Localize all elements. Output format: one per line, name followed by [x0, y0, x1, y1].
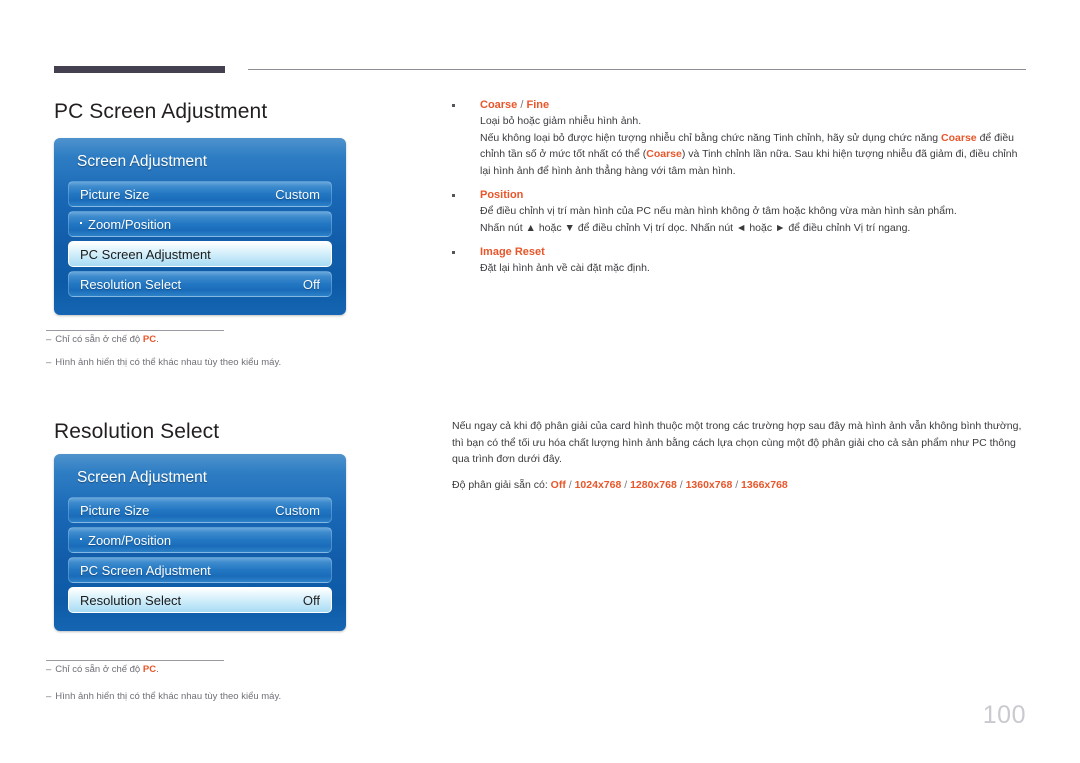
- osd-row-resolution-select[interactable]: Resolution Select Off: [68, 587, 332, 613]
- description-column-1: Coarse / Fine Loại bỏ hoặc giảm nhiễu hì…: [452, 98, 1028, 286]
- bullet-square-icon: [452, 251, 455, 254]
- inline-highlight: Coarse: [646, 148, 682, 160]
- paragraph: Nhấn nút ▲ hoặc ▼ để điều chỉnh Vị trí d…: [480, 221, 911, 234]
- footnote-divider: [46, 660, 224, 661]
- resolution-separator: /: [676, 478, 686, 491]
- resolution-option: 1366x768: [741, 478, 788, 491]
- osd-row-zoom-position[interactable]: Zoom/Position: [68, 211, 332, 237]
- bullet-item-image-reset: Image Reset Đặt lại hình ảnh về cài đặt …: [452, 245, 1028, 277]
- footnote-pc-mode: – Chỉ có sẵn ở chế độ PC.: [46, 334, 159, 345]
- bullet-item-position: Position Để điều chỉnh vị trí màn hình c…: [452, 188, 1028, 236]
- resolution-separator: /: [732, 478, 742, 491]
- footnote-text: Chỉ có sẵn ở chế độ: [55, 334, 143, 345]
- osd-row-label: PC Screen Adjustment: [80, 246, 211, 262]
- paragraph: Loại bỏ hoặc giảm nhiễu hình ảnh.: [480, 115, 642, 127]
- paragraph: Để điều chỉnh vị trí màn hình của PC nếu…: [480, 205, 957, 217]
- paragraph: Nếu không loại bỏ được hiện tượng nhiễu …: [480, 130, 1028, 180]
- osd-menu-screen-adjustment-1: Screen Adjustment Picture Size Custom Zo…: [54, 138, 346, 315]
- osd-row-value: Custom: [275, 502, 320, 518]
- osd-row-resolution-select[interactable]: Resolution Select Off: [68, 271, 332, 297]
- resolution-separator: /: [565, 478, 575, 491]
- bullet-heading-b: Fine: [526, 99, 550, 111]
- footnote-dash: –: [46, 334, 52, 345]
- footnote-pc-mode: – Chỉ có sẵn ở chế độ PC.: [46, 664, 159, 675]
- osd-row-label: Zoom/Position: [88, 216, 172, 232]
- bullet-body: Để điều chỉnh vị trí màn hình của PC nếu…: [480, 203, 1028, 236]
- osd-row-value: Off: [302, 276, 320, 292]
- page-title-pc-screen-adjustment: PC Screen Adjustment: [54, 100, 268, 123]
- paragraph: Đặt lại hình ảnh về cài đặt mặc định.: [480, 262, 650, 274]
- header-accent-bar: [54, 66, 225, 73]
- osd-row-pc-screen-adjustment[interactable]: PC Screen Adjustment: [68, 557, 332, 583]
- footnote-dash: –: [46, 691, 52, 702]
- resolution-separator: /: [621, 478, 631, 491]
- osd-menu-title: Screen Adjustment: [77, 153, 208, 170]
- footnote-text: Chỉ có sẵn ở chế độ: [55, 664, 143, 675]
- page-number: 100: [982, 701, 1026, 729]
- resolution-option: 1024x768: [574, 478, 622, 491]
- footnote-text-tail: .: [156, 334, 159, 345]
- submenu-dot-icon: [80, 222, 82, 224]
- resolution-options-values: Off / 1024x768 / 1280x768 / 1360x768 / 1…: [551, 479, 788, 491]
- osd-row-zoom-position[interactable]: Zoom/Position: [68, 527, 332, 553]
- osd-row-label: Picture Size: [80, 502, 150, 518]
- bullet-heading-a: Image Reset: [480, 246, 545, 258]
- resolution-options-line: Độ phân giải sẵn có: Off / 1024x768 / 12…: [452, 477, 1028, 493]
- osd-menu-screen-adjustment-2: Screen Adjustment Picture Size Custom Zo…: [54, 454, 346, 631]
- header-rule-line: [248, 69, 1026, 70]
- bullet-heading: Position: [480, 188, 1028, 203]
- inline-highlight: Coarse: [941, 131, 977, 144]
- page-root: PC Screen Adjustment Screen Adjustment P…: [0, 0, 1080, 763]
- description-column-2: Nếu ngay cả khi độ phân giải của card hì…: [452, 418, 1028, 493]
- osd-row-label: PC Screen Adjustment: [80, 562, 211, 578]
- page-title-resolution-select: Resolution Select: [54, 420, 220, 443]
- osd-row-label: Resolution Select: [80, 276, 182, 292]
- resolution-option: 1360x768: [685, 478, 733, 491]
- bullet-item-coarse-fine: Coarse / Fine Loại bỏ hoặc giảm nhiễu hì…: [452, 98, 1028, 179]
- bullet-heading: Image Reset: [480, 245, 1028, 260]
- footnote-text: Hình ảnh hiển thị có thể khác nhau tùy t…: [55, 357, 282, 368]
- bullet-heading-a: Position: [480, 189, 524, 201]
- bullet-body: Loại bỏ hoặc giảm nhiễu hình ảnh. Nếu kh…: [480, 113, 1028, 179]
- bullet-square-icon: [452, 194, 455, 197]
- bullet-body: Đặt lại hình ảnh về cài đặt mặc định.: [480, 260, 1028, 277]
- osd-row-value: Custom: [275, 186, 320, 202]
- resolution-option: 1280x768: [630, 478, 677, 491]
- osd-row-label: Zoom/Position: [88, 532, 172, 548]
- footnote-text: Hình ảnh hiển thị có thể khác nhau tùy t…: [55, 691, 282, 702]
- bullet-square-icon: [452, 104, 455, 107]
- paragraph: Nếu ngay cả khi độ phân giải của card hì…: [452, 420, 1022, 465]
- osd-menu-title: Screen Adjustment: [77, 469, 208, 486]
- osd-row-picture-size[interactable]: Picture Size Custom: [68, 181, 332, 207]
- footnote-dash: –: [46, 357, 52, 368]
- bullet-heading-a: Coarse: [480, 99, 518, 111]
- footnote-highlight: PC: [142, 334, 157, 345]
- resolution-options-label: Độ phân giải sẵn có:: [452, 478, 551, 491]
- osd-row-label: Resolution Select: [80, 592, 182, 608]
- osd-row-picture-size[interactable]: Picture Size Custom: [68, 497, 332, 523]
- bullet-heading: Coarse / Fine: [480, 98, 1028, 113]
- osd-row-pc-screen-adjustment[interactable]: PC Screen Adjustment: [68, 241, 332, 267]
- footnote-dash: –: [46, 664, 52, 675]
- footnote-model-variation: – Hình ảnh hiển thị có thể khác nhau tùy …: [46, 691, 281, 702]
- resolution-option: Off: [550, 478, 566, 491]
- osd-row-label: Picture Size: [80, 186, 150, 202]
- submenu-dot-icon: [80, 538, 82, 540]
- text-run: Nếu không loại bỏ được hiện tượng nhiễu …: [480, 131, 942, 144]
- footnote-model-variation: – Hình ảnh hiển thị có thể khác nhau tùy …: [46, 357, 281, 368]
- footnote-highlight: PC: [142, 664, 157, 675]
- footnote-divider: [46, 330, 224, 331]
- footnote-text-tail: .: [156, 664, 159, 675]
- osd-row-value: Off: [302, 592, 320, 608]
